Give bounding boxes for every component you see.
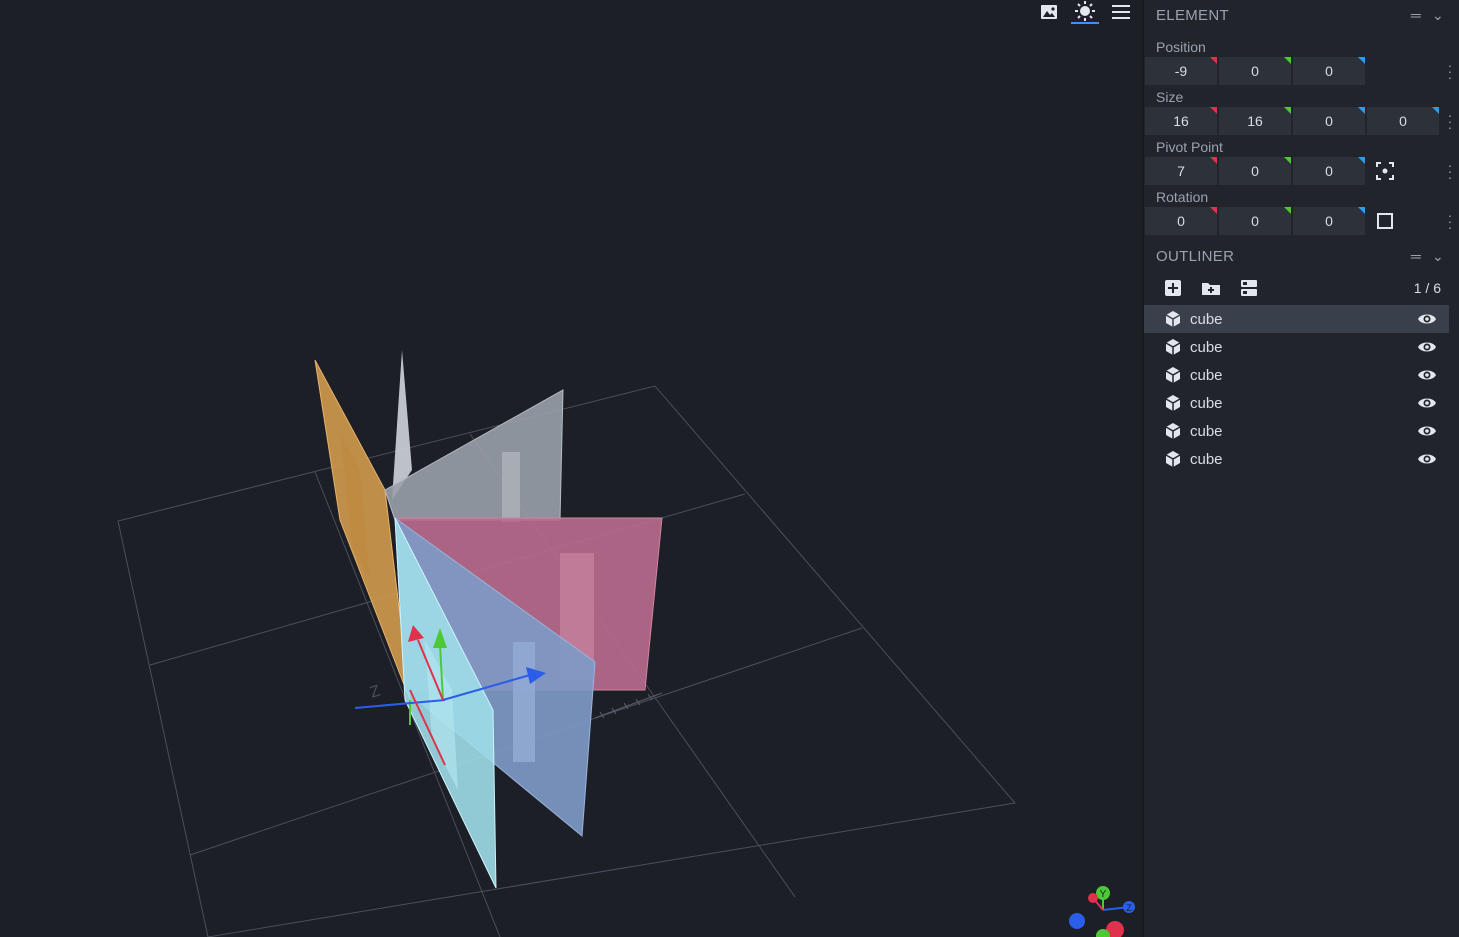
outliner-item-label: cube: [1190, 310, 1223, 328]
menu-icon[interactable]: [1107, 0, 1135, 24]
cube-icon: [1165, 395, 1181, 411]
outliner-item[interactable]: cube: [1144, 445, 1449, 473]
rotation-y-input[interactable]: 0: [1219, 207, 1291, 235]
right-panel: ELEMENT ═ ⌄ Position -9 0 0 · · · Size 16 …: [1143, 0, 1459, 937]
position-z-input[interactable]: 0: [1293, 57, 1365, 85]
size-y-input[interactable]: 16: [1219, 107, 1291, 135]
panel-equals-icon[interactable]: ═: [1405, 248, 1427, 264]
outliner-item-label: cube: [1190, 394, 1223, 412]
add-cube-icon[interactable]: [1154, 275, 1192, 301]
eye-icon[interactable]: [1417, 396, 1437, 410]
rotation-row: 0 0 0 · · ·: [1144, 206, 1459, 236]
svg-text:Z: Z: [368, 682, 383, 701]
checkbox-icon[interactable]: [1367, 207, 1403, 235]
rotation-z-input[interactable]: 0: [1293, 207, 1365, 235]
cube-icon: [1165, 451, 1181, 467]
element-panel-header: ELEMENT ═ ⌄: [1144, 0, 1459, 30]
cube-icon: [1165, 367, 1181, 383]
cube-icon: [1165, 339, 1181, 355]
size-x-input[interactable]: 16: [1145, 107, 1217, 135]
eye-icon[interactable]: [1417, 424, 1437, 438]
size-row: 16 16 0 0 · · ·: [1144, 106, 1459, 136]
image-icon[interactable]: [1035, 0, 1063, 24]
chevron-down-icon[interactable]: ⌄: [1427, 7, 1449, 24]
eye-icon[interactable]: [1417, 312, 1437, 326]
outliner-list: cube cube cube cube cube cube: [1144, 305, 1459, 473]
element-panel-title: ELEMENT: [1156, 6, 1229, 24]
outliner-item-label: cube: [1190, 338, 1223, 356]
center-pivot-icon[interactable]: [1367, 157, 1403, 185]
rotation-label: Rotation: [1156, 189, 1209, 205]
cube-icon: [1165, 423, 1181, 439]
eye-icon[interactable]: [1417, 368, 1437, 382]
collapse-all-icon[interactable]: [1230, 275, 1268, 301]
outliner-item[interactable]: cube: [1144, 361, 1449, 389]
outliner-item[interactable]: cube: [1144, 417, 1449, 445]
pivot-label: Pivot Point: [1156, 139, 1223, 155]
pivot-x-input[interactable]: 7: [1145, 157, 1217, 185]
gizmo-z-label: Z: [1126, 903, 1132, 913]
outliner-item[interactable]: cube: [1144, 389, 1449, 417]
size-inflate-input[interactable]: 0: [1367, 107, 1439, 135]
axes-orientation-gizmo[interactable]: Y Z: [1063, 880, 1143, 937]
rotation-menu-icon[interactable]: · · ·: [1447, 208, 1453, 234]
position-y-input[interactable]: 0: [1219, 57, 1291, 85]
3d-viewport[interactable]: Z Y Z: [0, 0, 1143, 937]
size-menu-icon[interactable]: · · ·: [1447, 108, 1453, 134]
outliner-item[interactable]: cube: [1144, 305, 1449, 333]
size-label: Size: [1156, 89, 1184, 105]
rotation-x-input[interactable]: 0: [1145, 207, 1217, 235]
outliner-title: OUTLINER: [1156, 247, 1235, 265]
pivot-y-input[interactable]: 0: [1219, 157, 1291, 185]
outliner-toolbar: 1 / 6: [1144, 271, 1459, 305]
outliner-item-label: cube: [1190, 422, 1223, 440]
outliner-header: OUTLINER ═ ⌄: [1144, 241, 1459, 271]
position-row: -9 0 0 · · ·: [1144, 56, 1459, 86]
chevron-down-icon[interactable]: ⌄: [1427, 248, 1449, 265]
pivot-menu-icon[interactable]: · · ·: [1447, 158, 1453, 184]
size-z-input[interactable]: 0: [1293, 107, 1365, 135]
eye-icon[interactable]: [1417, 340, 1437, 354]
viewport-toolbar: [1035, 0, 1135, 24]
position-menu-icon[interactable]: · · ·: [1447, 58, 1453, 84]
gray-plane: [384, 389, 564, 521]
gizmo-y-label: Y: [1100, 889, 1107, 900]
eye-icon[interactable]: [1417, 452, 1437, 466]
panel-equals-icon[interactable]: ═: [1405, 7, 1427, 23]
outliner-item-label: cube: [1190, 366, 1223, 384]
outliner-item-label: cube: [1190, 450, 1223, 468]
outliner-count: 1 / 6: [1413, 280, 1441, 296]
cube-icon: [1165, 311, 1181, 327]
position-label: Position: [1156, 39, 1206, 55]
pivot-z-input[interactable]: 0: [1293, 157, 1365, 185]
position-x-input[interactable]: -9: [1145, 57, 1217, 85]
outliner-item[interactable]: cube: [1144, 333, 1449, 361]
scene-canvas[interactable]: Z: [0, 0, 1143, 937]
pivot-row: 7 0 0 · · ·: [1144, 156, 1459, 186]
sun-icon[interactable]: [1071, 0, 1099, 24]
add-group-icon[interactable]: [1192, 275, 1230, 301]
